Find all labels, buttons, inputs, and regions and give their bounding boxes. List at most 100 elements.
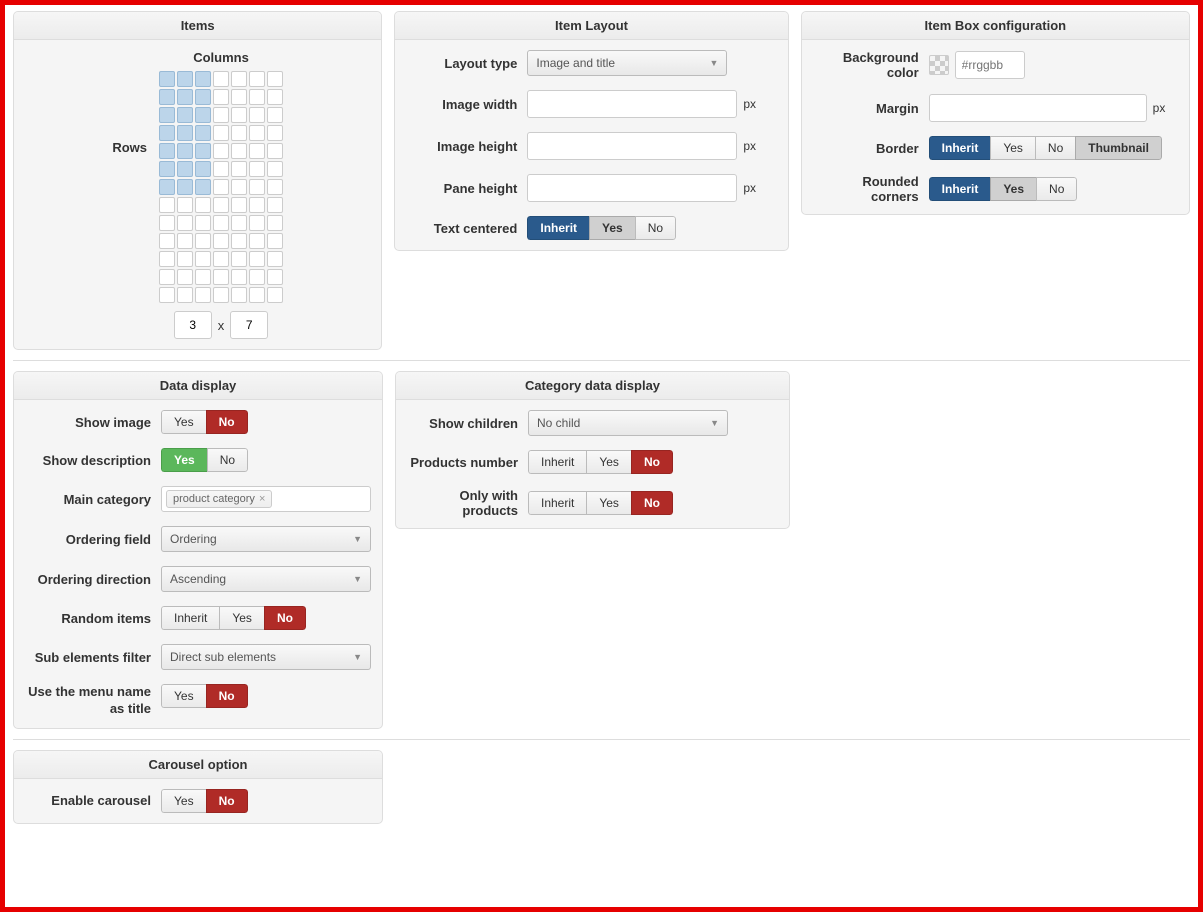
- grid-cell[interactable]: [213, 71, 229, 87]
- grid-cell[interactable]: [231, 215, 247, 231]
- grid-picker[interactable]: [159, 71, 283, 303]
- grid-cell[interactable]: [159, 233, 175, 249]
- grid-cell[interactable]: [213, 269, 229, 285]
- random-yes[interactable]: Yes: [219, 606, 264, 630]
- grid-cell[interactable]: [267, 125, 283, 141]
- grid-cell[interactable]: [195, 179, 211, 195]
- grid-cell[interactable]: [195, 215, 211, 231]
- columns-input[interactable]: [174, 311, 212, 339]
- grid-cell[interactable]: [231, 251, 247, 267]
- grid-cell[interactable]: [231, 71, 247, 87]
- use-menu-name-yes[interactable]: Yes: [161, 684, 206, 708]
- show-children-select[interactable]: No child: [528, 410, 728, 436]
- grid-cell[interactable]: [177, 125, 193, 141]
- only-with-products-inherit[interactable]: Inherit: [528, 491, 586, 515]
- rounded-yes[interactable]: Yes: [990, 177, 1036, 201]
- grid-cell[interactable]: [213, 143, 229, 159]
- grid-cell[interactable]: [231, 89, 247, 105]
- grid-cell[interactable]: [213, 125, 229, 141]
- grid-cell[interactable]: [249, 71, 265, 87]
- grid-cell[interactable]: [267, 179, 283, 195]
- grid-cell[interactable]: [177, 89, 193, 105]
- grid-cell[interactable]: [177, 251, 193, 267]
- grid-cell[interactable]: [177, 161, 193, 177]
- grid-cell[interactable]: [159, 215, 175, 231]
- grid-cell[interactable]: [267, 161, 283, 177]
- grid-cell[interactable]: [177, 71, 193, 87]
- image-width-input[interactable]: [527, 90, 737, 118]
- grid-cell[interactable]: [231, 107, 247, 123]
- grid-cell[interactable]: [177, 179, 193, 195]
- grid-cell[interactable]: [249, 233, 265, 249]
- sub-elements-filter-select[interactable]: Direct sub elements: [161, 644, 371, 670]
- show-description-no[interactable]: No: [207, 448, 248, 472]
- grid-cell[interactable]: [213, 161, 229, 177]
- grid-cell[interactable]: [159, 179, 175, 195]
- border-thumbnail[interactable]: Thumbnail: [1075, 136, 1162, 160]
- grid-cell[interactable]: [231, 269, 247, 285]
- random-inherit[interactable]: Inherit: [161, 606, 219, 630]
- grid-cell[interactable]: [231, 161, 247, 177]
- grid-cell[interactable]: [195, 161, 211, 177]
- grid-cell[interactable]: [267, 269, 283, 285]
- only-with-products-no[interactable]: No: [631, 491, 673, 515]
- grid-cell[interactable]: [159, 89, 175, 105]
- pane-height-input[interactable]: [527, 174, 737, 202]
- grid-cell[interactable]: [231, 125, 247, 141]
- grid-cell[interactable]: [159, 71, 175, 87]
- ordering-field-select[interactable]: Ordering: [161, 526, 371, 552]
- grid-cell[interactable]: [177, 197, 193, 213]
- show-description-yes[interactable]: Yes: [161, 448, 207, 472]
- show-image-yes[interactable]: Yes: [161, 410, 206, 434]
- grid-cell[interactable]: [159, 125, 175, 141]
- text-centered-no[interactable]: No: [635, 216, 676, 240]
- grid-cell[interactable]: [195, 107, 211, 123]
- border-inherit[interactable]: Inherit: [929, 136, 991, 160]
- grid-cell[interactable]: [195, 269, 211, 285]
- grid-cell[interactable]: [249, 143, 265, 159]
- grid-cell[interactable]: [159, 161, 175, 177]
- grid-cell[interactable]: [267, 287, 283, 303]
- grid-cell[interactable]: [231, 197, 247, 213]
- grid-cell[interactable]: [267, 215, 283, 231]
- grid-cell[interactable]: [159, 251, 175, 267]
- grid-cell[interactable]: [195, 71, 211, 87]
- grid-cell[interactable]: [267, 251, 283, 267]
- layout-type-select[interactable]: Image and title: [527, 50, 727, 76]
- rounded-inherit[interactable]: Inherit: [929, 177, 991, 201]
- grid-cell[interactable]: [249, 251, 265, 267]
- border-yes[interactable]: Yes: [990, 136, 1035, 160]
- grid-cell[interactable]: [249, 107, 265, 123]
- grid-cell[interactable]: [267, 107, 283, 123]
- grid-cell[interactable]: [249, 89, 265, 105]
- grid-cell[interactable]: [159, 107, 175, 123]
- text-centered-inherit[interactable]: Inherit: [527, 216, 589, 240]
- grid-cell[interactable]: [159, 143, 175, 159]
- products-number-yes[interactable]: Yes: [586, 450, 631, 474]
- grid-cell[interactable]: [267, 197, 283, 213]
- grid-cell[interactable]: [195, 197, 211, 213]
- rows-input[interactable]: [230, 311, 268, 339]
- grid-cell[interactable]: [195, 233, 211, 249]
- grid-cell[interactable]: [213, 287, 229, 303]
- ordering-direction-select[interactable]: Ascending: [161, 566, 371, 592]
- grid-cell[interactable]: [195, 251, 211, 267]
- grid-cell[interactable]: [159, 287, 175, 303]
- rounded-no[interactable]: No: [1036, 177, 1077, 201]
- grid-cell[interactable]: [249, 197, 265, 213]
- grid-cell[interactable]: [267, 233, 283, 249]
- enable-carousel-yes[interactable]: Yes: [161, 789, 206, 813]
- grid-cell[interactable]: [249, 287, 265, 303]
- grid-cell[interactable]: [177, 233, 193, 249]
- only-with-products-yes[interactable]: Yes: [586, 491, 631, 515]
- use-menu-name-no[interactable]: No: [206, 684, 248, 708]
- grid-cell[interactable]: [213, 179, 229, 195]
- close-icon[interactable]: ×: [259, 493, 265, 505]
- show-image-no[interactable]: No: [206, 410, 248, 434]
- grid-cell[interactable]: [195, 89, 211, 105]
- products-number-no[interactable]: No: [631, 450, 673, 474]
- border-no[interactable]: No: [1035, 136, 1075, 160]
- grid-cell[interactable]: [231, 143, 247, 159]
- grid-cell[interactable]: [213, 107, 229, 123]
- text-centered-yes[interactable]: Yes: [589, 216, 635, 240]
